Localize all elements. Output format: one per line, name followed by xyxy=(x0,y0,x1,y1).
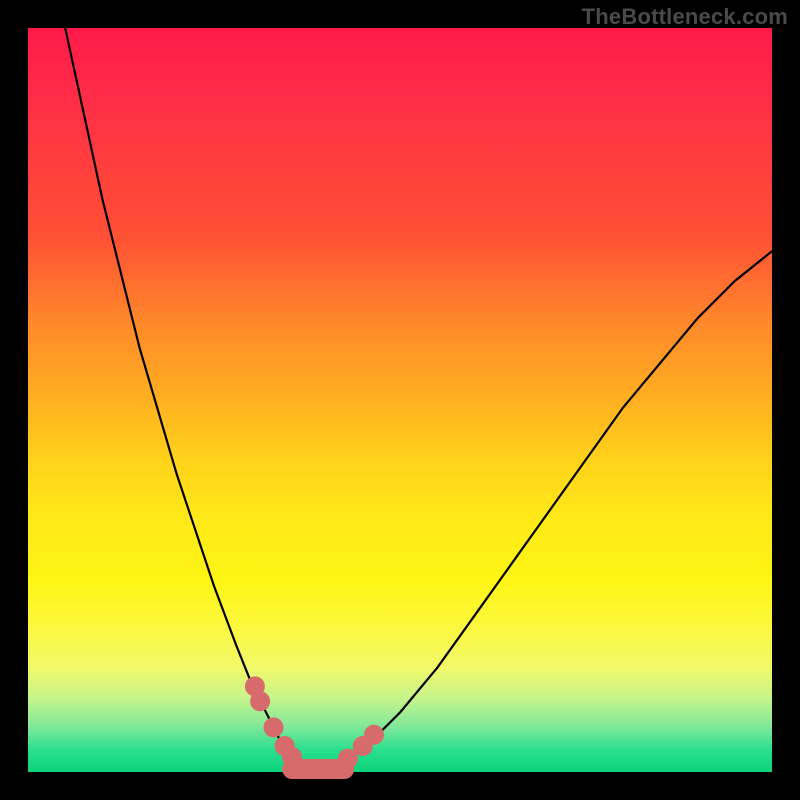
watermark-text: TheBottleneck.com xyxy=(582,4,788,30)
valley-marker-dot xyxy=(264,717,284,737)
valley-marker-dot xyxy=(364,725,384,745)
plot-area xyxy=(28,28,772,772)
curve-layer xyxy=(28,28,772,772)
valley-markers xyxy=(245,676,384,769)
left-curve xyxy=(65,28,311,770)
right-curve xyxy=(333,251,772,770)
valley-marker-dot xyxy=(250,691,270,711)
chart-frame: TheBottleneck.com xyxy=(0,0,800,800)
